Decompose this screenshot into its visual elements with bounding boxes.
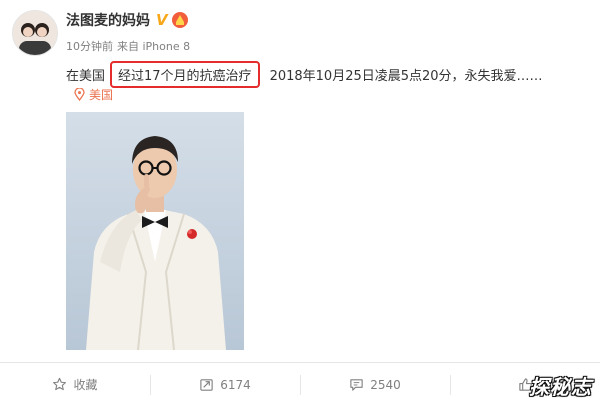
favorite-button[interactable]: 收藏 bbox=[0, 363, 150, 406]
author-row: 法图麦的妈妈 V bbox=[66, 10, 189, 30]
post-text: 在美国 经过17个月的抗癌治疗 2018年10月25日凌晨5点20分，永失我爱…… bbox=[66, 61, 543, 88]
post-actionbar: 收藏 6174 2540 bbox=[0, 363, 600, 406]
post-photo[interactable] bbox=[66, 112, 244, 350]
level-badge-icon bbox=[171, 12, 188, 28]
post-time[interactable]: 10分钟前 bbox=[66, 38, 113, 54]
author-avatar[interactable] bbox=[12, 10, 58, 56]
location-label: 美国 bbox=[89, 88, 114, 102]
post-source: 来自 iPhone 8 bbox=[117, 40, 191, 53]
post-text-suffix: 2018年10月25日凌晨5点20分，永失我爱…… bbox=[269, 69, 543, 84]
author-name[interactable]: 法图麦的妈妈 bbox=[66, 10, 150, 30]
favorite-label: 收藏 bbox=[73, 378, 98, 392]
comment-button[interactable]: 2540 bbox=[300, 363, 450, 406]
man-in-white-tuxedo-image bbox=[66, 112, 244, 350]
repost-icon bbox=[200, 379, 213, 391]
watermark-logo: 探秘志 bbox=[529, 375, 592, 399]
post-location[interactable]: 美国 bbox=[74, 86, 113, 103]
avatar-photo bbox=[13, 11, 57, 55]
post-meta: 10分钟前 来自 iPhone 8 bbox=[66, 38, 190, 54]
vip-badge-icon: V bbox=[156, 10, 168, 29]
repost-button[interactable]: 6174 bbox=[150, 363, 300, 406]
post-text-highlight: 经过17个月的抗癌治疗 bbox=[110, 61, 260, 88]
repost-count: 6174 bbox=[220, 377, 251, 392]
post-text-prefix: 在美国 bbox=[66, 69, 106, 84]
comment-icon bbox=[350, 379, 363, 391]
star-icon bbox=[53, 377, 67, 391]
location-pin-icon bbox=[74, 88, 85, 101]
comment-count: 2540 bbox=[370, 377, 401, 392]
